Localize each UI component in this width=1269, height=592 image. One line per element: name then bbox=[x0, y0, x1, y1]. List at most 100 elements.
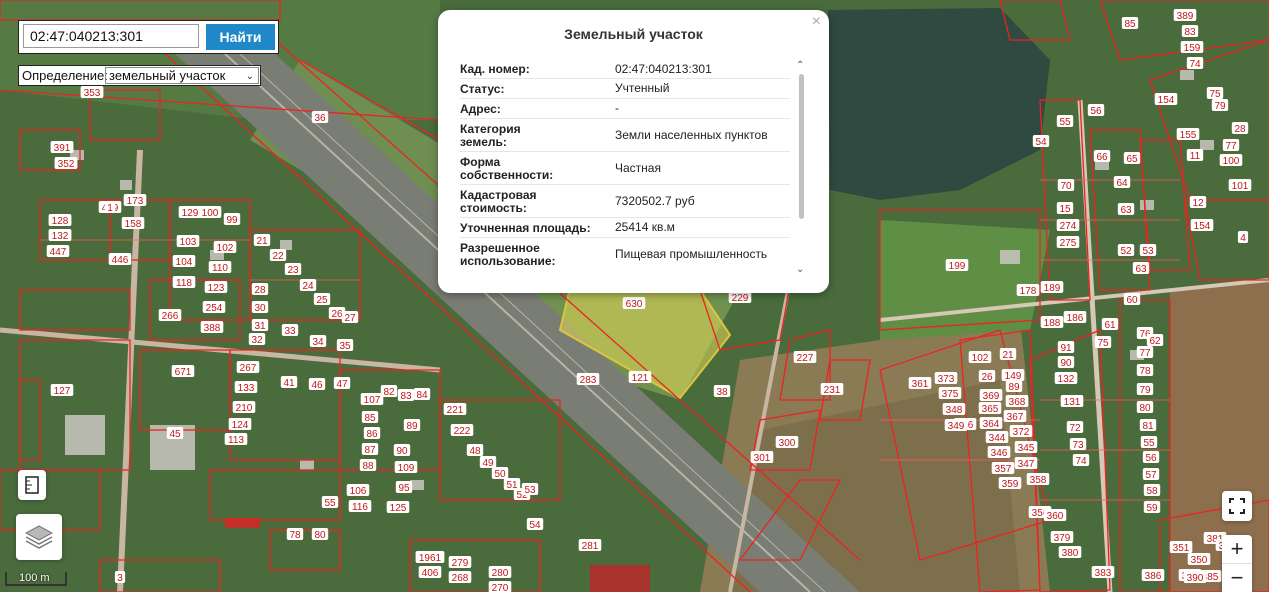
parcel-number-label[interactable]: 186 bbox=[1067, 313, 1084, 324]
parcel-number-label[interactable]: 83 bbox=[400, 391, 412, 402]
parcel-number-label[interactable]: 48 bbox=[469, 446, 481, 457]
parcel-number-label[interactable]: 349 bbox=[948, 421, 965, 432]
parcel-number-label[interactable]: 73 bbox=[1072, 440, 1084, 451]
parcel-number-label[interactable]: 102 bbox=[972, 353, 989, 364]
parcel-number-label[interactable]: 60 bbox=[1126, 295, 1138, 306]
parcel-number-label[interactable]: 369 bbox=[983, 391, 1000, 402]
parcel-number-label[interactable]: 11 bbox=[1190, 151, 1201, 162]
parcel-number-label[interactable]: 85 bbox=[364, 413, 376, 424]
parcel-number-label[interactable]: 99 bbox=[226, 215, 238, 226]
parcel-number-label[interactable]: 80 bbox=[314, 530, 326, 541]
parcel-number-label[interactable]: 372 bbox=[1013, 427, 1030, 438]
parcel-number-label[interactable]: 360 bbox=[1047, 511, 1064, 522]
parcel-number-label[interactable]: 300 bbox=[779, 438, 796, 449]
parcel-number-label[interactable]: 446 bbox=[112, 255, 129, 266]
parcel-number-label[interactable]: 85 bbox=[1124, 19, 1136, 30]
parcel-number-label[interactable]: 38 bbox=[716, 387, 728, 398]
find-button[interactable]: Найти bbox=[206, 24, 275, 50]
parcel-number-label[interactable]: 367 bbox=[1007, 412, 1024, 423]
parcel-number-label[interactable]: 275 bbox=[1060, 238, 1077, 249]
parcel-number-label[interactable]: 154 bbox=[1194, 221, 1211, 232]
parcel-number-label[interactable]: 24 bbox=[302, 281, 314, 292]
parcel-number-label[interactable]: 389 bbox=[1177, 11, 1194, 22]
parcel-number-label[interactable]: 364 bbox=[983, 419, 1000, 430]
parcel-number-label[interactable]: 87 bbox=[364, 445, 376, 456]
parcel-number-label[interactable]: 345 bbox=[1018, 443, 1035, 454]
parcel-number-label[interactable]: 133 bbox=[238, 383, 255, 394]
parcel-number-label[interactable]: 630 bbox=[626, 299, 643, 310]
parcel-number-label[interactable]: 63 bbox=[1135, 264, 1147, 275]
parcel-number-label[interactable]: 210 bbox=[236, 403, 253, 414]
parcel-number-label[interactable]: 281 bbox=[582, 541, 599, 552]
parcel-number-label[interactable]: 103 bbox=[180, 237, 197, 248]
parcel-number-label[interactable]: 22 bbox=[272, 251, 284, 262]
parcel-number-label[interactable]: 55 bbox=[1143, 438, 1155, 449]
parcel-number-label[interactable]: 268 bbox=[452, 573, 469, 584]
parcel-number-label[interactable]: 365 bbox=[982, 404, 999, 415]
parcel-number-label[interactable]: 127 bbox=[54, 386, 71, 397]
parcel-number-label[interactable]: 55 bbox=[1059, 117, 1071, 128]
parcel-number-label[interactable]: 35 bbox=[339, 341, 351, 352]
parcel-number-label[interactable]: 64 bbox=[1116, 178, 1128, 189]
parcel-number-label[interactable]: 221 bbox=[447, 405, 464, 416]
parcel-number-label[interactable]: 109 bbox=[398, 463, 415, 474]
parcel-number-label[interactable]: 27 bbox=[344, 313, 356, 324]
parcel-number-label[interactable]: 373 bbox=[938, 374, 955, 385]
parcel-number-label[interactable]: 30 bbox=[254, 303, 266, 314]
parcel-number-label[interactable]: 66 bbox=[1096, 152, 1108, 163]
parcel-number-label[interactable]: 368 bbox=[1009, 397, 1026, 408]
parcel-number-label[interactable]: 132 bbox=[1058, 374, 1075, 385]
parcel-number-label[interactable]: 231 bbox=[824, 385, 841, 396]
definition-select[interactable]: земельный участок ⌄ bbox=[105, 67, 259, 84]
parcel-number-label[interactable]: 78 bbox=[1139, 366, 1151, 377]
zoom-out-button[interactable]: − bbox=[1222, 564, 1252, 592]
parcel-number-label[interactable]: 89 bbox=[1008, 382, 1020, 393]
parcel-number-label[interactable]: 26 bbox=[331, 309, 343, 320]
parcel-number-label[interactable]: 80 bbox=[1139, 403, 1151, 414]
parcel-number-label[interactable]: 189 bbox=[1044, 283, 1061, 294]
parcel-number-label[interactable]: 123 bbox=[208, 283, 225, 294]
parcel-number-label[interactable]: 266 bbox=[162, 311, 179, 322]
parcel-number-label[interactable]: 41 bbox=[283, 378, 295, 389]
measure-button[interactable] bbox=[18, 470, 46, 500]
parcel-number-label[interactable]: 95 bbox=[398, 483, 410, 494]
parcel-number-label[interactable]: 125 bbox=[390, 503, 407, 514]
parcel-number-label[interactable]: 101 bbox=[1232, 181, 1249, 192]
parcel-number-label[interactable]: 74 bbox=[1075, 456, 1087, 467]
parcel-number-label[interactable]: 267 bbox=[240, 363, 257, 374]
parcel-number-label[interactable]: 75 bbox=[1097, 338, 1109, 349]
parcel-number-label[interactable]: 254 bbox=[206, 303, 223, 314]
parcel-number-label[interactable]: 346 bbox=[991, 448, 1008, 459]
parcel-number-label[interactable]: 58 bbox=[1146, 486, 1158, 497]
parcel-number-label[interactable]: 361 bbox=[912, 379, 929, 390]
layers-button[interactable] bbox=[16, 514, 62, 560]
parcel-number-label[interactable]: 159 bbox=[1184, 43, 1201, 54]
parcel-number-label[interactable]: 77 bbox=[1225, 141, 1237, 152]
parcel-number-label[interactable]: 132 bbox=[52, 231, 69, 242]
parcel-number-label[interactable]: 50 bbox=[494, 469, 506, 480]
parcel-number-label[interactable]: 158 bbox=[125, 219, 142, 230]
parcel-number-label[interactable]: 15 bbox=[1059, 204, 1071, 215]
scroll-up-icon[interactable]: ⌃ bbox=[796, 60, 804, 71]
parcel-number-label[interactable]: 91 bbox=[1060, 343, 1072, 354]
parcel-number-label[interactable]: 89 bbox=[406, 421, 418, 432]
parcel-number-label[interactable]: 77 bbox=[1139, 348, 1151, 359]
parcel-number-label[interactable]: 352 bbox=[58, 159, 75, 170]
parcel-number-label[interactable]: 113 bbox=[228, 435, 244, 446]
parcel-number-label[interactable]: 118 bbox=[176, 278, 192, 289]
parcel-number-label[interactable]: 25 bbox=[316, 295, 328, 306]
parcel-number-label[interactable]: 34 bbox=[312, 337, 324, 348]
parcel-number-label[interactable]: 357 bbox=[995, 464, 1012, 475]
parcel-number-label[interactable]: 199 bbox=[949, 261, 966, 272]
parcel-number-label[interactable]: 28 bbox=[254, 285, 266, 296]
parcel-number-label[interactable]: 154 bbox=[1158, 95, 1175, 106]
parcel-number-label[interactable]: 155 bbox=[1180, 130, 1197, 141]
parcel-number-label[interactable]: 379 bbox=[1054, 533, 1071, 544]
parcel-number-label[interactable]: 31 bbox=[254, 321, 266, 332]
parcel-number-label[interactable]: 279 bbox=[452, 558, 469, 569]
parcel-number-label[interactable]: 75 bbox=[1209, 89, 1221, 100]
parcel-number-label[interactable]: 347 bbox=[1018, 459, 1035, 470]
scrollbar-thumb[interactable] bbox=[799, 74, 804, 219]
parcel-number-label[interactable]: 128 bbox=[52, 216, 69, 227]
parcel-number-label[interactable]: 106 bbox=[350, 486, 367, 497]
